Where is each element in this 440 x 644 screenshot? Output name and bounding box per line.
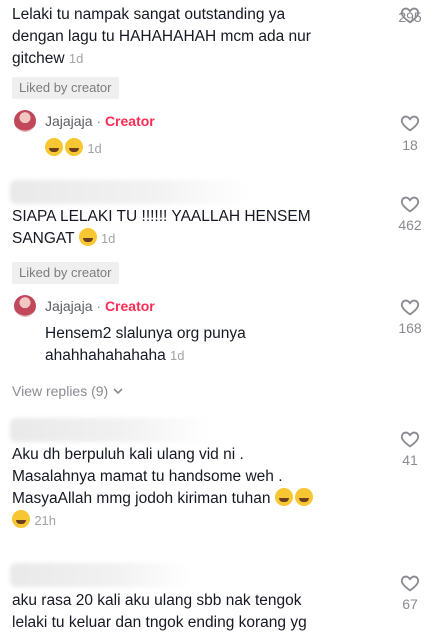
chevron-down-icon bbox=[113, 388, 123, 395]
view-replies-button[interactable]: View replies (9) bbox=[12, 383, 124, 399]
reply-author[interactable]: Jajajaja · Creator bbox=[45, 298, 155, 314]
rolling-on-floor-laughing-emoji bbox=[12, 510, 30, 528]
creator-badge: Creator bbox=[104, 298, 155, 314]
comment-text: Aku dh berpuluh kali ulang vid ni . Masa… bbox=[12, 444, 372, 532]
view-replies-label: View replies (9) bbox=[12, 383, 109, 399]
like-count: 67 bbox=[402, 596, 418, 612]
comment-text: SIAPA LELAKI TU !!!!!! YAALLAH HENSEM SA… bbox=[12, 206, 372, 250]
comment-line: gitchew 1d bbox=[12, 50, 84, 67]
tears-of-joy-emoji bbox=[45, 138, 63, 156]
like-count: 295 bbox=[398, 9, 422, 25]
comment-line: Masalahnya mamat tu handsome weh . bbox=[12, 468, 283, 485]
like-count: 41 bbox=[402, 452, 418, 468]
reply-line: Hensem2 slalunya org punya bbox=[45, 325, 246, 342]
liked-by-creator-badge: Liked by creator bbox=[12, 262, 119, 284]
comment-text: aku rasa 20 kali aku ulang sbb nak tengo… bbox=[12, 590, 372, 634]
loudly-crying-emoji bbox=[274, 488, 293, 506]
reply-text: Hensem2 slalunya org punya ahahhahahahah… bbox=[45, 323, 375, 367]
comment-line: lelaki tu keluar dan tngok ending korang… bbox=[12, 614, 307, 631]
comment-line: Aku dh berpuluh kali ulang vid ni . bbox=[12, 446, 244, 463]
loudly-crying-emoji bbox=[78, 228, 97, 246]
blurred-username bbox=[10, 180, 250, 204]
comment-line: SIAPA LELAKI TU !!!!!! YAALLAH HENSEM bbox=[12, 208, 311, 225]
comment-line: SANGAT 1d bbox=[12, 228, 116, 247]
heart-outline-icon[interactable] bbox=[399, 428, 421, 450]
like-count: 462 bbox=[398, 217, 422, 233]
comment-line: MasyaAllah mmg jodoh kiriman tuhan bbox=[12, 488, 372, 510]
comment-line: aku rasa 20 kali aku ulang sbb nak tengo… bbox=[12, 592, 302, 609]
comment-line: 21h bbox=[12, 510, 372, 532]
comment-time: 21h bbox=[34, 513, 57, 528]
heart-outline-icon[interactable] bbox=[399, 296, 421, 318]
rolling-on-floor-laughing-emoji bbox=[294, 488, 313, 506]
comment-line: dengan lagu tu HAHAHAHAH mcm ada nur bbox=[12, 28, 311, 45]
reply-line: ahahhahahahaha 1d bbox=[45, 347, 185, 364]
liked-by-creator-badge: Liked by creator bbox=[12, 77, 119, 99]
heart-outline-icon[interactable] bbox=[399, 572, 421, 594]
comment-time: 1d bbox=[68, 51, 84, 66]
tears-of-joy-emoji bbox=[65, 138, 83, 156]
heart-outline-icon[interactable] bbox=[399, 193, 421, 215]
comment-time: 1d bbox=[100, 231, 116, 246]
like-count: 168 bbox=[398, 320, 422, 336]
reply-time: 1d bbox=[87, 141, 102, 156]
avatar[interactable] bbox=[14, 295, 36, 317]
comment-text: Lelaki tu nampak sangat outstanding ya d… bbox=[12, 4, 372, 70]
like-count: 18 bbox=[402, 137, 418, 153]
blurred-username bbox=[10, 418, 210, 442]
reply-text: 1d bbox=[45, 138, 102, 160]
avatar[interactable] bbox=[14, 110, 36, 132]
reply-time: 1d bbox=[170, 348, 185, 363]
reply-author[interactable]: Jajajaja · Creator bbox=[45, 113, 155, 129]
comment-line: Lelaki tu nampak sangat outstanding ya bbox=[12, 6, 286, 23]
heart-outline-icon[interactable] bbox=[399, 112, 421, 134]
creator-badge: Creator bbox=[104, 113, 155, 129]
blurred-username bbox=[10, 563, 190, 587]
